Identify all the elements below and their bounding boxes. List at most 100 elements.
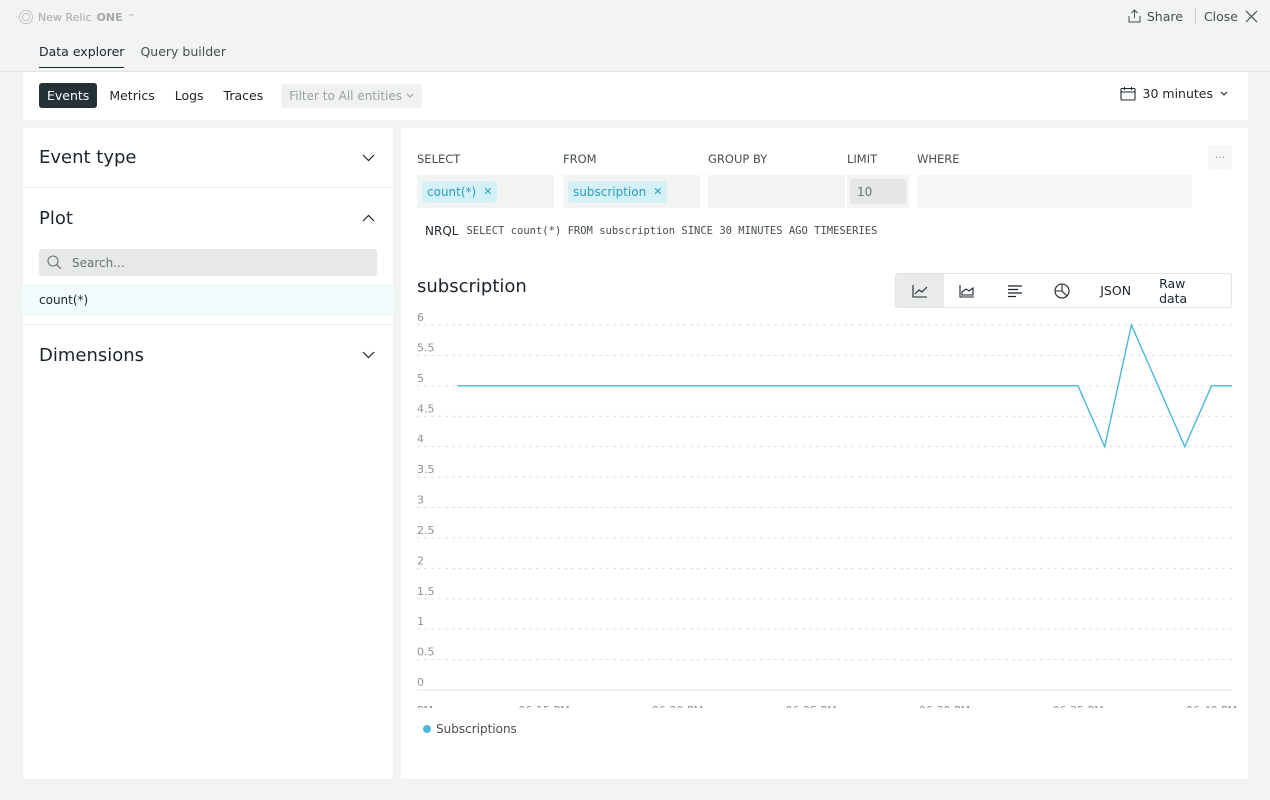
close-button[interactable]: Close (1204, 9, 1258, 24)
plot-item-count[interactable]: count(*) (23, 284, 393, 316)
y-tick-label: 4.5 (417, 402, 435, 415)
close-label: Close (1203, 8, 1238, 24)
y-tick-label: 0.5 (417, 646, 435, 659)
data-source-toolbar: Events Metrics Logs Traces Filter to All… (23, 72, 1248, 120)
chart-legend[interactable]: Subscriptions (423, 722, 517, 736)
y-tick-label: 0 (417, 676, 424, 689)
nrql-query[interactable]: SELECT count(*) FROM subscription SINCE … (466, 225, 877, 237)
brand-logo: New Relic ONE ™ (19, 10, 135, 24)
brand-tm: ™ (127, 13, 135, 21)
y-tick-label: 1.5 (417, 585, 435, 598)
x-tick-label: 06:35 PM (1052, 704, 1103, 708)
from-field[interactable]: subscription ✕ (563, 175, 700, 208)
search-icon (47, 255, 62, 270)
raw-data-button[interactable]: Raw data (1145, 274, 1231, 307)
close-icon (1245, 10, 1258, 22)
source-tab-traces[interactable]: Traces (216, 83, 272, 108)
chevron-up-icon (362, 214, 375, 222)
calendar-icon (1119, 87, 1136, 101)
select-field[interactable]: count(*) ✕ (417, 175, 554, 208)
plot-title: Plot (39, 207, 73, 229)
page-tabs: Data explorer Query builder (39, 44, 226, 68)
select-chip[interactable]: count(*) ✕ (422, 180, 498, 203)
limit-field: 10 (847, 175, 909, 208)
x-tick-label: PM (417, 704, 433, 708)
y-tick-label: 1 (417, 615, 424, 628)
legend-swatch (423, 725, 431, 733)
time-range-label: 30 minutes (1142, 86, 1213, 101)
y-tick-label: 5 (417, 372, 424, 385)
from-chip-label: subscription (573, 184, 647, 199)
limit-input[interactable]: 10 (850, 179, 906, 204)
plot-accordion[interactable]: Plot (23, 188, 393, 248)
dimensions-title: Dimensions (39, 344, 145, 366)
x-tick-label: 06:30 PM (919, 704, 970, 708)
source-tab-logs[interactable]: Logs (167, 83, 212, 108)
series-line-subscriptions (457, 322, 1232, 449)
entity-filter-select[interactable]: Filter to All entities (281, 83, 423, 108)
chart-title: subscription (417, 276, 527, 297)
limit-clause: LIMIT 10 (847, 152, 909, 208)
more-options-button[interactable]: ··· (1208, 145, 1232, 169)
json-button[interactable]: JSON (1086, 274, 1145, 307)
event-type-accordion[interactable]: Event type (23, 128, 393, 188)
y-tick-label: 2.5 (417, 524, 435, 537)
x-tick-label: 06:40 PM (1186, 704, 1237, 708)
x-tick-label: 06:20 PM (652, 704, 703, 708)
plot-search (39, 249, 377, 276)
share-icon (1128, 9, 1141, 23)
from-label: FROM (563, 152, 597, 166)
select-clause: SELECT count(*) ✕ (417, 152, 554, 208)
where-label: WHERE (917, 152, 960, 166)
group-by-field[interactable] (708, 175, 845, 208)
chevron-down-icon (362, 351, 375, 359)
new-relic-logo-icon (19, 10, 33, 24)
plot-search-input[interactable] (72, 255, 352, 270)
y-tick-label: 5.5 (417, 341, 435, 354)
pie-chart-icon (1054, 282, 1071, 299)
bar-chart-button[interactable] (991, 274, 1039, 307)
select-label: SELECT (417, 152, 461, 166)
line-chart-icon (912, 284, 928, 298)
legend-label: Subscriptions (436, 722, 517, 736)
area-chart-button[interactable] (944, 274, 992, 307)
chevron-down-icon (406, 93, 414, 98)
area-chart-icon (959, 284, 975, 298)
remove-chip-icon[interactable]: ✕ (653, 185, 662, 198)
x-tick-label: 06:25 PM (785, 704, 836, 708)
share-button[interactable]: Share (1128, 9, 1195, 24)
plot-section: Plot count(*) (23, 188, 393, 325)
y-tick-label: 4 (417, 433, 424, 446)
pie-chart-button[interactable] (1039, 274, 1087, 307)
from-chip[interactable]: subscription ✕ (568, 180, 668, 203)
tab-query-builder[interactable]: Query builder (140, 44, 226, 68)
source-tab-events[interactable]: Events (39, 83, 98, 108)
line-chart: 0 0.5 1 1.5 2 2.5 3 3.5 4 4.5 5 5.5 6 PM 06:15 PM 06:20… (417, 311, 1237, 708)
share-label: Share (1146, 8, 1183, 24)
limit-label: LIMIT (847, 152, 878, 166)
source-tab-metrics[interactable]: Metrics (101, 83, 162, 108)
dimensions-accordion[interactable]: Dimensions (23, 325, 393, 385)
where-clause: WHERE (917, 152, 1192, 208)
bar-chart-icon (1007, 284, 1022, 297)
top-actions: Share Close (1128, 8, 1258, 24)
brand-suffix: ONE (96, 10, 123, 24)
y-tick-label: 3 (417, 494, 424, 507)
chevron-down-icon (1220, 91, 1228, 96)
y-tick-label: 6 (417, 311, 424, 324)
group-by-label: GROUP BY (708, 152, 768, 166)
event-type-title: Event type (39, 147, 137, 168)
group-by-clause: GROUP BY (708, 152, 845, 208)
entity-filter-label: Filter to All entities (289, 88, 403, 103)
y-tick-label: 3.5 (417, 463, 435, 476)
line-chart-button[interactable] (896, 274, 944, 307)
nrql-preview: NRQL SELECT count(*) FROM subscription S… (425, 224, 877, 238)
sidebar: Event type Plot count(*) Dimensions (23, 128, 393, 779)
tab-data-explorer[interactable]: Data explorer (39, 44, 125, 68)
query-panel: SELECT count(*) ✕ FROM subscription ✕ GROU… (401, 128, 1248, 779)
top-bar: New Relic ONE ™ Share Close (0, 0, 1270, 36)
remove-chip-icon[interactable]: ✕ (483, 185, 492, 198)
nrql-label: NRQL (425, 224, 459, 238)
time-range-picker[interactable]: 30 minutes (1119, 86, 1228, 101)
where-field[interactable] (917, 175, 1192, 208)
